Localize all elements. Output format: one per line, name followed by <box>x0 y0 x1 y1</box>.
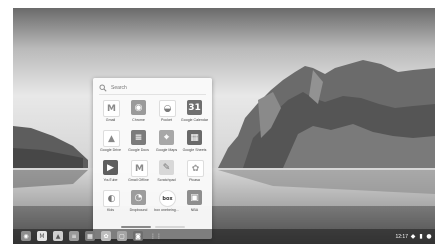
app-tile-drive[interactable]: ▲ Google Drive <box>97 128 124 157</box>
kids-icon: ◐ <box>103 190 120 207</box>
app-tile-chrome[interactable]: ◉ Chrome <box>125 98 152 127</box>
app-label: Chrome <box>132 118 145 122</box>
clock: 12:17 <box>395 233 408 240</box>
avatar: ● <box>426 232 432 240</box>
desktop: MGmail◉Chrome◒Pocket31Google Calendar▲Go… <box>13 8 435 244</box>
app-launcher: MGmail◉Chrome◒Pocket31Google Calendar▲Go… <box>93 78 212 239</box>
app-label: NBA <box>190 208 199 212</box>
pocket-icon: ◒ <box>159 100 176 117</box>
nba-icon: ▣ <box>187 190 202 205</box>
wifi-icon: ◆ <box>410 232 416 240</box>
app-label: YouTube <box>103 178 118 182</box>
app-tile-calendar[interactable]: 31 Google Calendar <box>181 98 208 127</box>
app-label: Gmail Offline <box>128 178 149 182</box>
chrome-shelf-icon[interactable]: ◉ <box>21 231 31 241</box>
calendar-icon: 31 <box>187 100 202 115</box>
search-icon <box>99 84 107 92</box>
sheets-shelf-icon[interactable]: ▦ <box>85 231 95 241</box>
docs-icon: ≡ <box>131 130 146 145</box>
page-indicator-active[interactable] <box>121 226 151 228</box>
docs-shelf-icon[interactable]: ≡ <box>69 231 79 241</box>
app-label: Google Sheets <box>182 148 207 152</box>
sheets-icon: ▦ <box>187 130 202 145</box>
status-area[interactable]: 12:17 ◆ ▮ ● <box>395 231 432 242</box>
youtube-icon: ▶ <box>103 160 118 175</box>
app-tile-youtube[interactable]: ▶ YouTube <box>97 158 124 187</box>
page-indicator-inactive[interactable] <box>155 226 185 228</box>
app-tile-box[interactable]: box box onebeing... <box>153 188 180 217</box>
app-label: box onebeing... <box>154 208 179 212</box>
app-label: Scratchpad <box>157 178 176 182</box>
app-label: Google Drive <box>100 148 121 152</box>
scratchpad-icon: ✎ <box>159 160 174 175</box>
launcher-search-bar[interactable] <box>99 82 206 95</box>
gmail-shelf-icon[interactable]: M <box>37 231 47 241</box>
app-tile-dropbound[interactable]: ◔ Dropbound <box>125 188 152 217</box>
picasa-icon: ✿ <box>187 160 204 177</box>
app-label: Google Docs <box>128 148 149 152</box>
search-input[interactable] <box>111 85 201 91</box>
drive-shelf-icon[interactable]: ▲ <box>53 231 63 241</box>
app-tile-sheets[interactable]: ▦ Google Sheets <box>181 128 208 157</box>
app-tile-gmail-offline[interactable]: M Gmail Offline <box>125 158 152 187</box>
wallpaper-landscape <box>13 8 435 244</box>
app-label: Kids <box>107 208 114 212</box>
app-tile-kids[interactable]: ◐ Kids <box>97 188 124 217</box>
app-tile-gmail[interactable]: M Gmail <box>97 98 124 127</box>
drive-icon: ▲ <box>103 130 120 147</box>
camera-shelf-icon[interactable]: ◙ <box>133 231 143 241</box>
app-label: Gmail <box>105 118 116 122</box>
app-tile-picasa[interactable]: ✿ Picasa <box>181 158 208 187</box>
box-icon: box <box>159 190 176 207</box>
maps-icon: ⌖ <box>159 130 174 145</box>
app-tile-docs[interactable]: ≡ Google Docs <box>125 128 152 157</box>
picasa-shelf-icon[interactable]: ✿ <box>101 231 111 241</box>
app-label: Google Maps <box>155 148 178 152</box>
battery-icon: ▮ <box>419 232 423 240</box>
app-label: Dropbound <box>129 208 148 212</box>
chrome-icon: ◉ <box>131 100 146 115</box>
gmail-icon: M <box>103 100 120 117</box>
app-label: Pocket <box>161 118 172 122</box>
app-launcher-icon[interactable]: ⋮⋮ <box>150 231 162 241</box>
app-tile-maps[interactable]: ⌖ Google Maps <box>153 128 180 157</box>
app-grid: M Gmail ◉ Chrome ◒ Pocket 31 Google Calendar ▲ Go… <box>97 98 208 218</box>
app-label: Google Calendar <box>180 118 209 122</box>
app-tile-pocket[interactable]: ◒ Pocket <box>153 98 180 127</box>
app-label: Picasa <box>189 178 200 182</box>
app-tile-nba[interactable]: ▣ NBA <box>181 188 208 217</box>
files-shelf-icon[interactable]: ▢ <box>117 231 127 241</box>
app-tile-scratchpad[interactable]: ✎ Scratchpad <box>153 158 180 187</box>
dropbound-icon: ◔ <box>131 190 146 205</box>
shelf: ◉ M ▲ ≡ ▦ ✿ ▢ ◙ ⋮⋮ 12:17 ◆ ▮ ● <box>13 229 435 244</box>
gmail-offline-icon: M <box>131 160 148 177</box>
